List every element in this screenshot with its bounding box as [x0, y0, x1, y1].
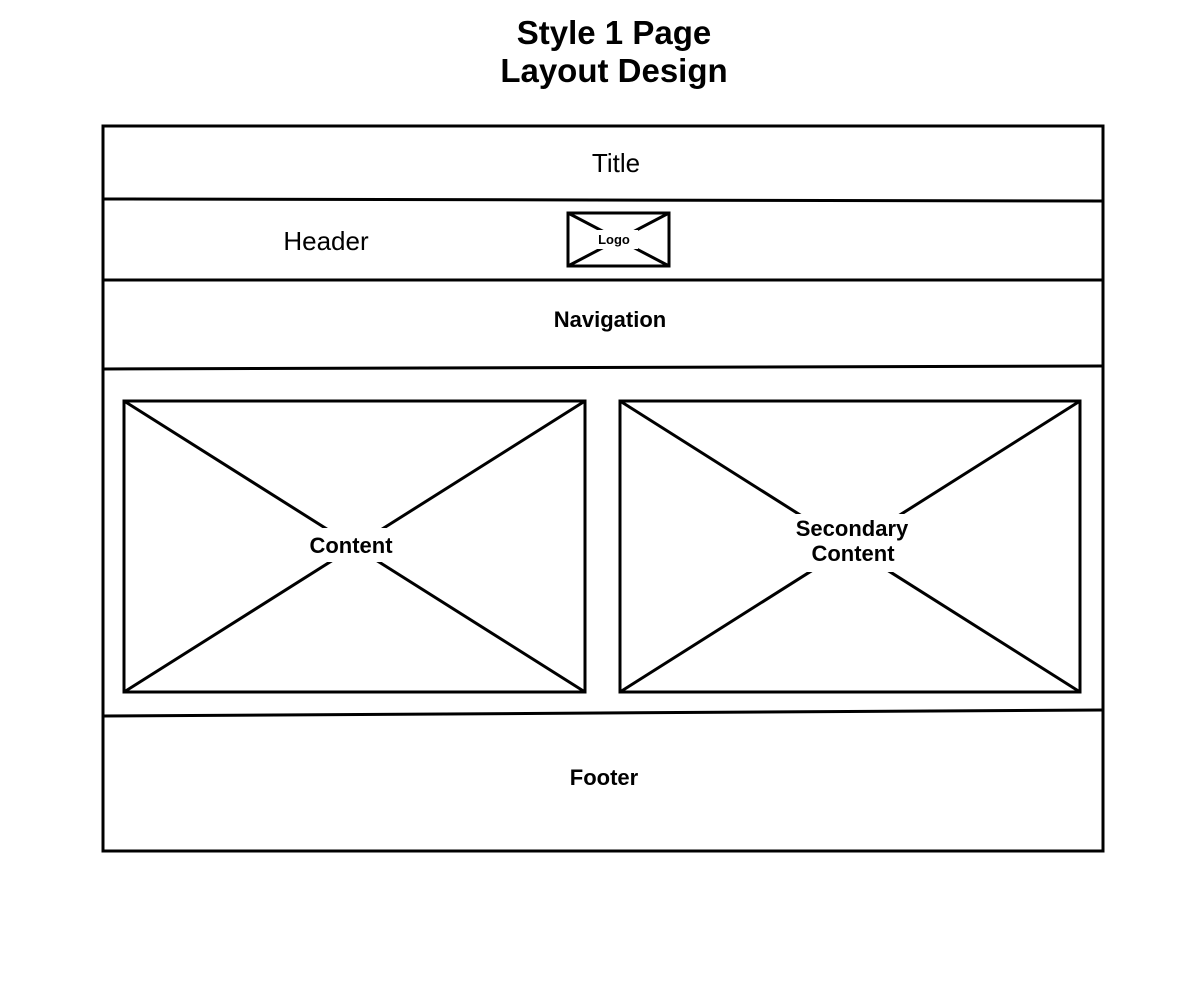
content-footer-divider — [102, 708, 1104, 718]
navigation-content-divider — [102, 364, 1104, 371]
footer-label: Footer — [570, 765, 639, 790]
secondary-content-label-line-2: Content — [811, 541, 895, 566]
title-bar-label: Title — [592, 148, 640, 178]
navigation-label: Navigation — [554, 307, 666, 332]
header-label: Header — [283, 226, 369, 256]
title-header-divider — [102, 197, 1104, 203]
layout-wireframe: Title Header Logo Navigation Content Sec… — [101, 124, 1105, 853]
secondary-content-label-line-1: Secondary — [796, 516, 909, 541]
content-label: Content — [309, 533, 393, 558]
secondary-content-placeholder: Secondary Content — [618, 399, 1082, 694]
content-placeholder: Content — [122, 399, 587, 694]
logo-placeholder: Logo — [566, 211, 671, 268]
logo-label: Logo — [598, 232, 630, 247]
